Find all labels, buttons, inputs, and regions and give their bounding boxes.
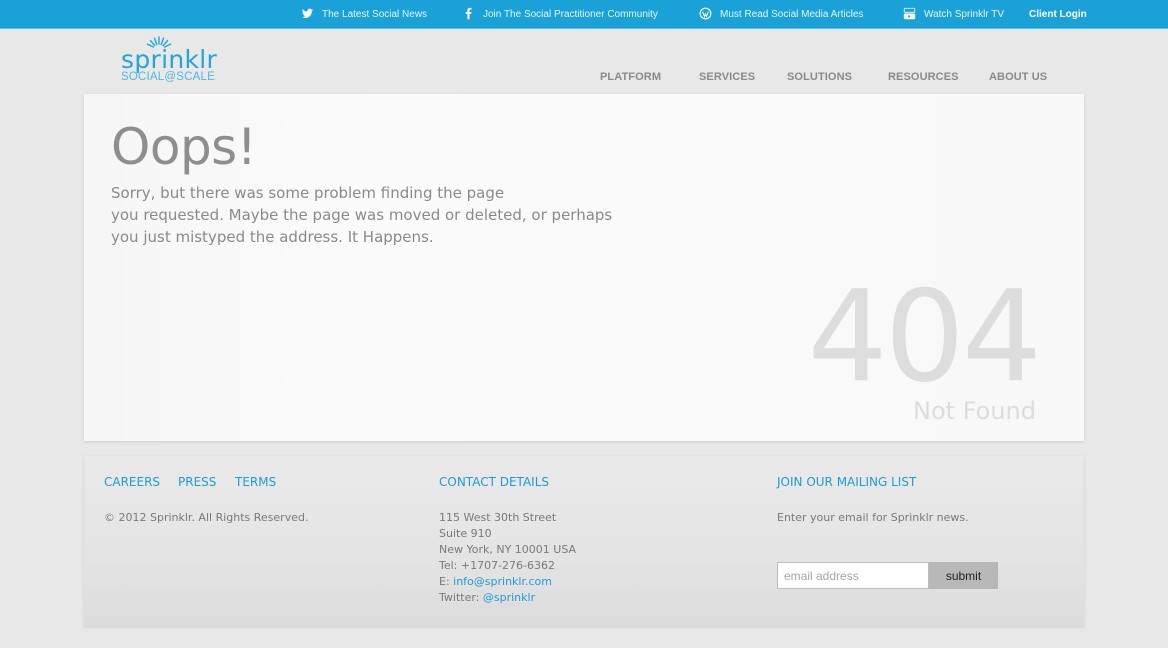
wordpress-icon (699, 7, 712, 20)
social-media-articles-label: Must Read Social Media Articles (720, 9, 864, 20)
social-media-articles-link[interactable]: Must Read Social Media Articles (699, 0, 863, 29)
error-code: 404 (807, 263, 1043, 410)
submit-button[interactable]: submit (929, 562, 998, 589)
logo-wordmark: sprinklr (121, 45, 218, 74)
error-message-line: you just mistyped the address. It Happen… (111, 228, 434, 246)
contact-twitter-label: Twitter: (439, 591, 483, 604)
footer-link-press[interactable]: PRESS (178, 475, 216, 489)
latest-social-news-link[interactable]: The Latest Social News (301, 0, 427, 29)
address-suite: Suite 910 (439, 527, 492, 540)
sprinklr-tv-link[interactable]: Watch Sprinklr TV (903, 0, 1004, 29)
youtube-icon (903, 7, 916, 20)
social-practitioner-community-link[interactable]: Join The Social Practitioner Community (462, 0, 658, 29)
error-message-line: you requested. Maybe the page was moved … (111, 206, 613, 224)
contact-tel: Tel: +1707-276-6362 (439, 559, 556, 572)
nav-about-us[interactable]: ABOUT US (989, 71, 1047, 83)
sprinklr-logo[interactable]: sprinklr SOCIAL@SCALE (121, 36, 221, 88)
logo-tagline: SOCIAL@SCALE (121, 71, 215, 83)
error-message-line: Sorry, but there was some problem findin… (111, 184, 505, 202)
footer-link-careers[interactable]: CAREERS (104, 475, 160, 489)
error-message: Sorry, but there was some problem findin… (111, 182, 631, 248)
copyright-text: © 2012 Sprinklr. All Rights Reserved. (104, 511, 309, 524)
address-city: New York, NY 10001 USA (439, 543, 577, 556)
social-practitioner-community-label: Join The Social Practitioner Community (483, 9, 658, 20)
contact-email-link[interactable]: info@sprinklr.com (453, 575, 552, 588)
facebook-icon (465, 7, 472, 20)
nav-platform[interactable]: PLATFORM (600, 71, 661, 83)
contact-details-heading: CONTACT DETAILS (439, 475, 549, 489)
mailing-list-description: Enter your email for Sprinklr news. (777, 511, 969, 524)
footer-panel (84, 456, 1084, 626)
error-status-text: Not Found (913, 397, 1036, 425)
address-street: 115 West 30th Street (439, 511, 557, 524)
nav-resources[interactable]: RESOURCES (888, 71, 959, 83)
nav-services[interactable]: SERVICES (699, 71, 755, 83)
sprinklr-tv-label: Watch Sprinklr TV (924, 9, 1005, 20)
error-heading: Oops! (111, 118, 257, 176)
top-social-bar: The Latest Social News Join The Social P… (0, 0, 1168, 29)
contact-twitter-row: Twitter: @sprinklr (439, 590, 576, 606)
footer-link-terms[interactable]: TERMS (235, 475, 276, 489)
twitter-icon (301, 8, 314, 18)
contact-twitter-link[interactable]: @sprinklr (483, 591, 535, 604)
latest-social-news-label: The Latest Social News (322, 9, 428, 20)
mailing-list-heading: JOIN OUR MAILING LIST (777, 475, 917, 489)
contact-address: 115 West 30th Street Suite 910 New York,… (439, 510, 576, 606)
nav-solutions[interactable]: SOLUTIONS (787, 71, 852, 83)
contact-email-label: E: (439, 575, 454, 588)
contact-email-row: E: info@sprinklr.com (439, 574, 576, 590)
client-login-link[interactable]: Client Login (1029, 0, 1087, 29)
email-input[interactable] (777, 562, 929, 589)
